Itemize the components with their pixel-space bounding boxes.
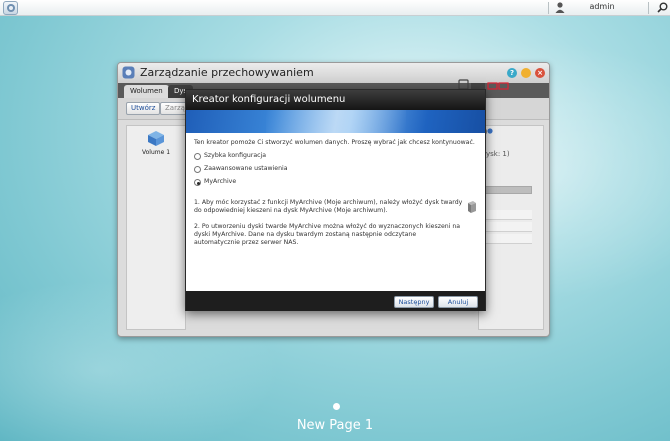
radio-button[interactable] bbox=[194, 153, 201, 160]
page-label: New Page 1 bbox=[296, 418, 374, 433]
cancel-button[interactable]: Anuluj bbox=[438, 296, 478, 308]
separator bbox=[648, 2, 649, 14]
menu-icon bbox=[7, 4, 15, 12]
wizard-title: Kreator konfiguracji wolumenu bbox=[192, 94, 346, 105]
separator bbox=[548, 2, 549, 14]
option-label[interactable]: Zaawansowane ustawienia bbox=[204, 165, 288, 173]
volume-label[interactable]: Volume 1 bbox=[127, 149, 185, 156]
list-row bbox=[480, 210, 532, 220]
option-label[interactable]: Szybka konfiguracja bbox=[204, 152, 266, 160]
radio-button[interactable] bbox=[194, 166, 201, 173]
window-title: Zarządzanie przechowywaniem bbox=[140, 66, 314, 79]
storage-app-icon bbox=[122, 66, 135, 79]
main-menu-button[interactable] bbox=[3, 1, 18, 15]
minimize-button[interactable] bbox=[521, 68, 531, 78]
option-myarchive[interactable]: MyArchive bbox=[194, 178, 394, 188]
capacity-bar bbox=[480, 186, 532, 194]
info-icon[interactable] bbox=[487, 128, 493, 134]
close-button[interactable]: × bbox=[535, 68, 545, 78]
list-row bbox=[480, 234, 532, 244]
username-label[interactable]: admin bbox=[580, 2, 624, 11]
myarchive-note-1: 1. Aby móc korzystać z funkcji MyArchive… bbox=[194, 199, 463, 214]
radio-button-selected[interactable] bbox=[194, 179, 201, 186]
volume-list: Volume 1 bbox=[126, 125, 186, 330]
volume-cube-icon[interactable] bbox=[147, 130, 165, 147]
option-quick-setup[interactable]: Szybka konfiguracja bbox=[194, 152, 394, 162]
wizard-intro-text: Ten kreator pomoże Ci stworzyć wolumen d… bbox=[194, 139, 475, 146]
wizard-banner bbox=[186, 110, 485, 133]
create-button[interactable]: Utwórz bbox=[126, 102, 161, 115]
next-button[interactable]: Następny bbox=[394, 296, 434, 308]
myarchive-note-2: 2. Po utworzeniu dyski twarde MyArchive … bbox=[194, 223, 461, 246]
tab-volume[interactable]: Wolumen bbox=[124, 85, 169, 98]
wizard-footer: Następny Anuluj bbox=[186, 291, 485, 311]
user-icon[interactable] bbox=[555, 2, 565, 13]
search-icon[interactable] bbox=[657, 2, 668, 13]
volume-wizard-dialog: Kreator konfiguracji wolumenu Ten kreato… bbox=[185, 89, 486, 311]
option-label[interactable]: MyArchive bbox=[204, 178, 236, 186]
hard-disk-icon bbox=[468, 201, 476, 213]
page-indicator-dot[interactable] bbox=[333, 403, 340, 410]
wizard-titlebar[interactable]: Kreator konfiguracji wolumenu bbox=[186, 90, 485, 110]
list-row bbox=[480, 222, 532, 232]
option-advanced-settings[interactable]: Zaawansowane ustawienia bbox=[194, 165, 394, 175]
info-text: ysk: 1) bbox=[486, 150, 510, 158]
top-bar: admin bbox=[0, 0, 670, 16]
help-button[interactable]: ? bbox=[507, 68, 517, 78]
